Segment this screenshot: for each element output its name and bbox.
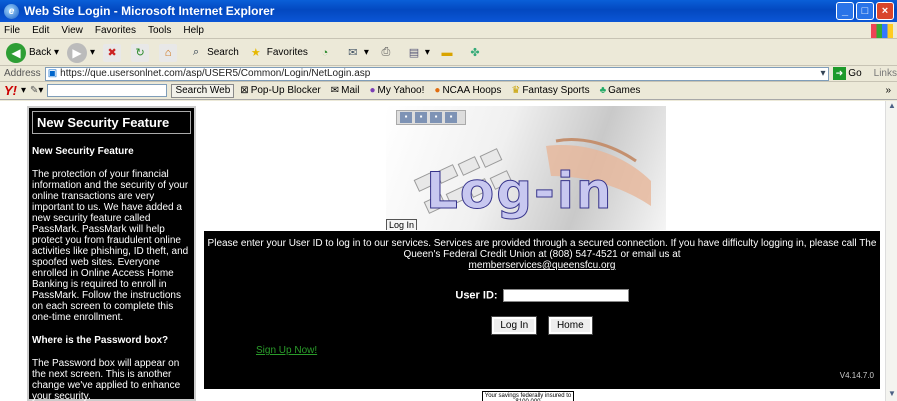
mail-button[interactable]: ✉ Mail: [331, 85, 360, 96]
star-icon: ★: [250, 47, 261, 59]
games-button[interactable]: ♣ Games: [600, 85, 641, 96]
yahoo-search-input[interactable]: [47, 84, 168, 97]
yahoo-toolbar: Y! ▾ ✎ ▾ Search Web ⊠ Pop-Up Blocker ✉ Mail …: [0, 82, 897, 100]
back-arrow-icon: ◀: [6, 42, 26, 63]
standard-toolbar: ◀ Back ▾ ▶ ▾ ✖ ↻ ⌂ ⌕ Search ★ Favorites ◔ ✉ ▾…: [0, 40, 897, 66]
favorites-button[interactable]: ★ Favorites: [247, 44, 308, 62]
go-button[interactable]: Go: [848, 68, 861, 79]
menu-favorites[interactable]: Favorites: [95, 25, 136, 36]
scroll-down-icon[interactable]: ▼: [886, 389, 897, 401]
folder-icon[interactable]: ▪: [445, 112, 457, 123]
windows-logo-icon: [871, 24, 893, 38]
login-title: Log-in: [426, 162, 614, 221]
menu-tools[interactable]: Tools: [148, 25, 171, 36]
yahoo-logo[interactable]: Y!: [4, 83, 17, 98]
popup-blocker-button[interactable]: ⊠ Pop-Up Blocker: [240, 85, 320, 96]
userid-label: User ID:: [455, 289, 498, 302]
address-label: Address: [4, 68, 41, 79]
scroll-up-icon[interactable]: ▲: [886, 101, 897, 113]
login-instructions: Please enter your User ID to log in to o…: [207, 238, 877, 271]
sidebar-title: New Security Feature: [32, 111, 191, 134]
page-icon: ▣: [47, 68, 58, 79]
button-row: Log In Home: [204, 316, 880, 335]
login-panel: Please enter your User ID to log in to o…: [204, 231, 880, 389]
home-icon[interactable]: ⌂: [159, 43, 178, 62]
edit-icon[interactable]: ▤: [405, 44, 423, 62]
ncaa-hoops-button[interactable]: ● NCAA Hoops: [434, 85, 501, 96]
ncua-insured-badge: Your savings federally insured to $100,0…: [482, 391, 574, 401]
address-input[interactable]: ▣ https://que.usersonlnet.com/asp/USER5/…: [44, 66, 829, 81]
mail-icon[interactable]: ✉: [344, 44, 362, 62]
folder-icon[interactable]: ▬: [438, 44, 456, 62]
pencil-icon[interactable]: ✎: [30, 85, 38, 96]
history-icon[interactable]: ◔: [316, 44, 334, 62]
address-bar: Address ▣ https://que.usersonlnet.com/as…: [0, 66, 897, 82]
signup-link[interactable]: Sign Up Now!: [256, 345, 317, 356]
trophy-icon: ♛: [511, 85, 521, 96]
menu-bar: File Edit View Favorites Tools Help: [0, 22, 897, 39]
userid-input[interactable]: [502, 289, 629, 302]
window-title: Web Site Login - Microsoft Internet Expl…: [24, 4, 275, 18]
back-button[interactable]: ◀ Back ▾: [6, 42, 59, 63]
print-icon[interactable]: ▪: [415, 112, 427, 123]
chevron-down-icon[interactable]: ▾: [820, 68, 825, 79]
maximize-button[interactable]: □: [856, 2, 874, 20]
menu-edit[interactable]: Edit: [32, 25, 49, 36]
login-button[interactable]: Log In: [491, 316, 538, 335]
security-sidebar: New Security Feature New Security Featur…: [27, 106, 196, 401]
close-button[interactable]: ×: [876, 2, 894, 20]
go-arrow-icon[interactable]: ➜: [832, 67, 847, 80]
page-content: New Security Feature New Security Featur…: [0, 101, 885, 401]
forward-button[interactable]: ▶ ▾: [67, 42, 95, 63]
save-icon[interactable]: ▪: [400, 112, 412, 123]
userid-row: User ID:: [204, 289, 880, 302]
mail-icon[interactable]: ▪: [430, 112, 442, 123]
games-icon: ♣: [599, 85, 607, 96]
browser-window: e Web Site Login - Microsoft Internet Ex…: [0, 0, 897, 401]
search-icon: ⌕: [192, 46, 200, 58]
version-label: V4.14.7.0: [839, 371, 874, 380]
messenger-icon[interactable]: ✤: [466, 44, 484, 62]
menu-view[interactable]: View: [61, 25, 83, 36]
more-chevron-icon[interactable]: »: [885, 85, 891, 96]
search-web-button[interactable]: Search Web: [171, 83, 235, 98]
my-yahoo-icon: ●: [369, 85, 376, 96]
links-button[interactable]: Links: [874, 68, 897, 79]
my-yahoo-button[interactable]: ● My Yahoo!: [369, 85, 424, 96]
sidebar-paragraph: The Password box will appear on the next…: [32, 358, 181, 401]
home-button[interactable]: Home: [547, 316, 593, 335]
image-toolbar[interactable]: ▪ ▪ ▪ ▪: [396, 110, 466, 125]
stop-icon[interactable]: ✖: [103, 43, 122, 62]
menu-help[interactable]: Help: [183, 25, 204, 36]
menu-file[interactable]: File: [4, 25, 20, 36]
refresh-icon[interactable]: ↻: [131, 43, 150, 62]
login-banner-image: ▪ ▪ ▪ ▪ Log-in Log In: [386, 106, 666, 230]
vertical-scrollbar[interactable]: ▲ ▼: [885, 101, 897, 401]
search-button[interactable]: ⌕ Search: [187, 44, 239, 62]
minimize-button[interactable]: _: [836, 2, 854, 20]
print-icon[interactable]: ⎙: [377, 44, 395, 62]
title-bar: e Web Site Login - Microsoft Internet Ex…: [0, 0, 897, 22]
envelope-icon: ✉: [330, 85, 340, 96]
ie-logo-icon: e: [4, 3, 19, 19]
tooltip: Log In: [386, 219, 418, 230]
sidebar-heading: Where is the Password box?: [32, 335, 169, 346]
forward-arrow-icon: ▶: [67, 42, 88, 63]
popup-icon: ⊠: [240, 85, 249, 96]
basketball-icon: ●: [434, 85, 441, 96]
email-link[interactable]: memberservices@queensfcu.org: [469, 260, 616, 271]
fantasy-sports-button[interactable]: ♛ Fantasy Sports: [511, 85, 589, 96]
sidebar-paragraph: The protection of your financial informa…: [32, 169, 189, 323]
sidebar-heading: New Security Feature: [32, 146, 134, 157]
